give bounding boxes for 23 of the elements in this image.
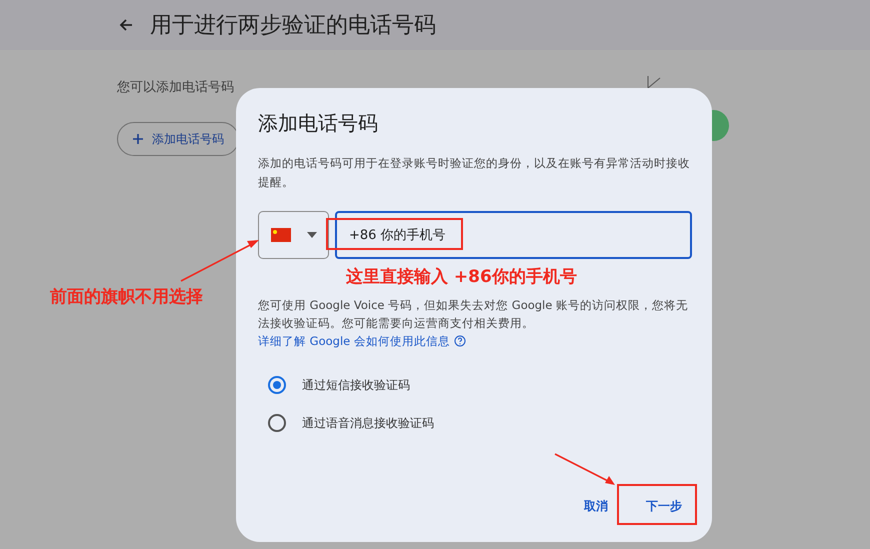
cancel-button[interactable]: 取消 — [570, 488, 622, 524]
annotation-text: 前面的旗帜不用选择 — [50, 286, 203, 309]
radio-button[interactable] — [268, 414, 286, 432]
country-select[interactable] — [258, 211, 329, 259]
flag-icon — [270, 228, 290, 242]
voice-notice: 您可使用 Google Voice 号码，但如果失去对您 Google 账号的访问权限，您将无法接收验证码。您可能需要向运营商支付相关费用。 详细了解 Google 会如何使用此信息 — [258, 296, 689, 350]
back-arrow-icon[interactable] — [118, 17, 134, 33]
dropdown-caret-icon — [306, 232, 316, 238]
plus-icon — [132, 132, 144, 144]
dialog-title: 添加电话号码 — [258, 110, 379, 137]
page-description: 您可以添加电话号码 — [117, 79, 234, 97]
dialog-description: 添加的电话号码可用于在登录账号时验证您的身份，以及在账号有异常活动时接收提醒。 — [258, 155, 691, 191]
page-title: 用于进行两步验证的电话号码 — [150, 12, 436, 40]
next-button[interactable]: 下一步 — [632, 488, 696, 524]
annotation-arrow — [554, 453, 616, 487]
annotation-text: 这里直接输入 +86你的手机号 — [346, 266, 578, 289]
phone-field[interactable]: +86 你的手机号 — [335, 211, 692, 259]
option-label[interactable]: 通过语音消息接收验证码 — [302, 414, 434, 432]
radio-button[interactable] — [268, 376, 286, 394]
learn-more-link[interactable]: 详细了解 Google 会如何使用此信息 — [258, 334, 450, 348]
option-label[interactable]: 通过短信接收验证码 — [302, 376, 410, 394]
slash-mark-icon — [646, 76, 662, 90]
help-icon[interactable] — [454, 334, 466, 346]
